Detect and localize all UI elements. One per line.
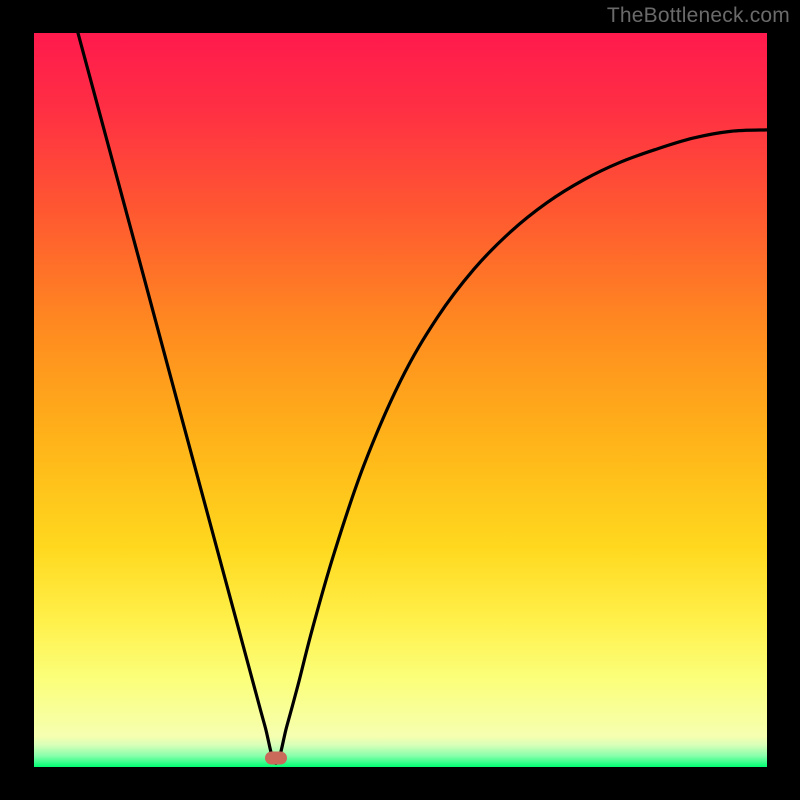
watermark-label: TheBottleneck.com xyxy=(607,4,790,28)
chart-frame: TheBottleneck.com xyxy=(0,0,800,800)
plot-area xyxy=(34,33,767,767)
bottleneck-curve xyxy=(34,33,767,767)
optimum-marker xyxy=(265,752,287,765)
